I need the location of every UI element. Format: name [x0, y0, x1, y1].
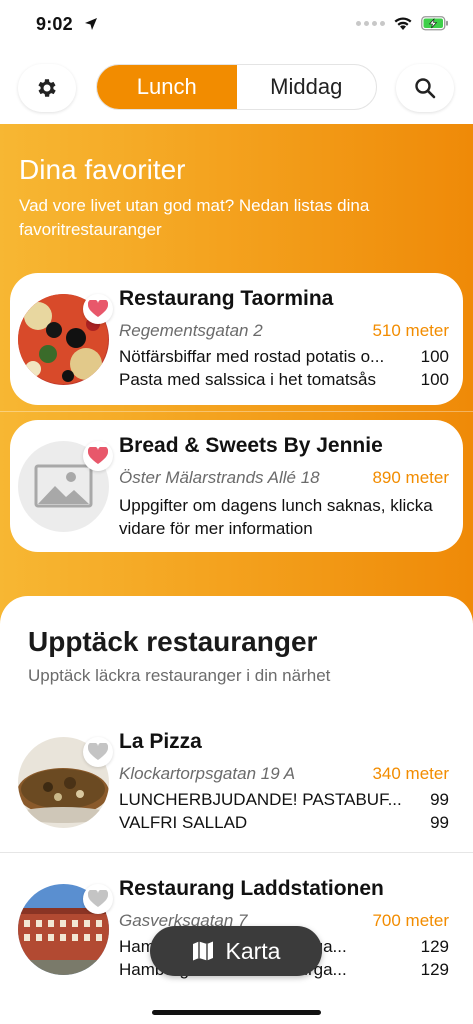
status-time: 9:02: [36, 14, 73, 34]
dish-price: 129: [420, 937, 449, 956]
dish-price: 99: [430, 813, 449, 832]
favorite-heart-button[interactable]: [83, 294, 113, 324]
search-icon: [415, 78, 436, 99]
favorites-title: Dina favoriter: [19, 154, 186, 185]
restaurant-address: Regementsgatan 2: [119, 321, 263, 340]
wifi-icon: [394, 17, 412, 30]
restaurant-address: Klockartorpsgatan 19 A: [119, 764, 296, 783]
dish-price: 99: [430, 790, 449, 809]
favorite-restaurant-card[interactable]: Bread & Sweets By Jennie Öster Mälarstra…: [10, 420, 463, 552]
dish-title: Nötfärsbiffar med rostad potatis o...: [119, 347, 385, 366]
restaurant-distance: 700 meter: [372, 911, 449, 930]
segment-lunch[interactable]: Lunch: [97, 65, 237, 109]
favorites-subtitle: Vad vore livet utan god mat? Nedan lista…: [19, 196, 370, 239]
discover-title: Upptäck restauranger: [28, 626, 318, 657]
dish-title: LUNCHERBJUDANDE! PASTABUF...: [119, 790, 402, 809]
restaurant-address: Öster Mälarstrands Allé 18: [119, 468, 320, 487]
search-button[interactable]: [396, 64, 454, 112]
discover-subtitle: Upptäck läckra restauranger i din närhet: [28, 666, 331, 685]
restaurant-name: Restaurang Taormina: [119, 287, 334, 310]
restaurant-name: Bread & Sweets By Jennie: [119, 434, 383, 457]
dish-title: VALFRI SALLAD: [119, 813, 248, 832]
missing-lunch-note: Uppgifter om dagens lunch saknas, klicka…: [119, 496, 433, 538]
gear-icon: [38, 79, 56, 97]
map-button-label: Karta: [225, 937, 281, 964]
restaurant-distance: 340 meter: [372, 764, 449, 783]
divider: [0, 411, 473, 412]
heart-outline-icon: [88, 743, 108, 760]
status-indicators: [356, 16, 449, 31]
meal-segmented-control: Lunch Middag: [96, 64, 377, 110]
heart-filled-icon: [88, 447, 108, 464]
home-indicator: [152, 1010, 321, 1015]
heart-outline-icon: [88, 890, 108, 907]
restaurant-distance: 510 meter: [372, 321, 449, 340]
dish-price: 100: [420, 370, 449, 389]
favorite-heart-button[interactable]: [83, 441, 113, 471]
status-bar: 9:02: [0, 0, 473, 50]
favorite-heart-button[interactable]: [83, 884, 113, 914]
map-button[interactable]: Karta: [150, 926, 322, 976]
favorite-restaurant-card[interactable]: Restaurang Taormina Regementsgatan 2 510…: [10, 273, 463, 405]
favorites-section: Dina favoriter Vad vore livet utan god m…: [0, 124, 473, 624]
map-icon: [192, 941, 213, 961]
restaurant-distance: 890 meter: [372, 468, 449, 487]
dish-title: Pasta med salssica i het tomatsås: [119, 370, 377, 389]
favorite-heart-button[interactable]: [83, 737, 113, 767]
heart-filled-icon: [88, 300, 108, 317]
restaurant-list-item[interactable]: La Pizza Klockartorpsgatan 19 A 340 mete…: [10, 716, 463, 848]
dish-price: 100: [420, 347, 449, 366]
settings-button[interactable]: [18, 64, 76, 112]
segment-middag[interactable]: Middag: [237, 65, 377, 109]
location-arrow-icon: [85, 18, 97, 30]
signal-icon: [356, 21, 385, 26]
restaurant-name: Restaurang Laddstationen: [119, 877, 384, 900]
dish-price: 129: [420, 960, 449, 979]
divider: [0, 852, 473, 853]
battery-charging-icon: [421, 16, 448, 31]
top-bar: Lunch Middag: [0, 50, 473, 124]
restaurant-name: La Pizza: [119, 730, 202, 753]
